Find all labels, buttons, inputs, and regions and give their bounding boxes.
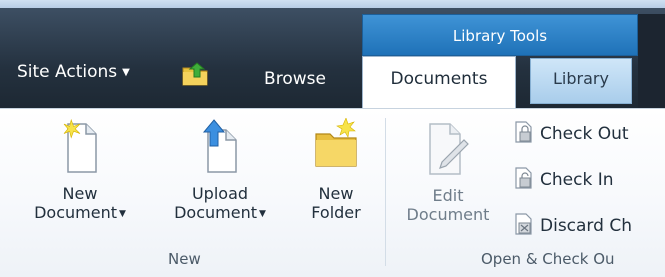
discard-check-out-icon bbox=[515, 213, 532, 235]
new-document-icon bbox=[63, 118, 97, 173]
new-folder-label-2: Folder bbox=[311, 203, 361, 222]
group-label-open-check-out: Open & Check Ou bbox=[481, 250, 615, 268]
check-in-icon bbox=[515, 167, 532, 189]
new-folder-label-1: New bbox=[318, 184, 354, 203]
check-in-label: Check In bbox=[540, 170, 614, 190]
new-folder-icon bbox=[315, 118, 357, 167]
library-tools-context-group: Library Tools bbox=[362, 14, 638, 56]
group-separator bbox=[385, 118, 386, 266]
site-actions-label: Site Actions bbox=[17, 62, 118, 82]
chevron-down-icon: ▼ bbox=[118, 209, 126, 219]
navigate-up-icon[interactable] bbox=[181, 60, 211, 88]
edit-document-icon bbox=[429, 123, 469, 175]
group-label-new: New bbox=[168, 250, 201, 268]
check-out-icon bbox=[515, 121, 532, 143]
site-actions-menu[interactable]: Site Actions ▼ bbox=[17, 62, 130, 82]
new-document-button[interactable]: New Document ▼ bbox=[18, 118, 142, 224]
new-document-label-2: Document bbox=[34, 203, 117, 222]
tab-documents[interactable]: Documents bbox=[362, 56, 516, 108]
upload-document-icon bbox=[202, 119, 237, 173]
tab-browse[interactable]: Browse bbox=[236, 58, 354, 108]
upload-document-label-2: Document bbox=[174, 203, 257, 222]
discard-check-out-label: Discard Ch bbox=[540, 216, 632, 236]
new-document-label-1: New bbox=[62, 184, 98, 203]
chevron-down-icon: ▼ bbox=[122, 67, 130, 78]
new-folder-button[interactable]: New Folder bbox=[296, 118, 376, 222]
upload-document-button[interactable]: Upload Document ▼ bbox=[154, 118, 286, 224]
tab-library[interactable]: Library bbox=[530, 58, 632, 104]
edit-document-label-1: Edit bbox=[432, 186, 464, 205]
check-out-label: Check Out bbox=[540, 124, 629, 144]
edit-document-label-2: Document bbox=[406, 205, 490, 224]
chevron-down-icon: ▼ bbox=[258, 209, 266, 219]
check-in-button[interactable]: Check In bbox=[512, 166, 614, 190]
header-right-edge bbox=[638, 14, 665, 108]
top-strip bbox=[0, 0, 665, 8]
upload-document-label-1: Upload bbox=[191, 184, 249, 203]
edit-document-button[interactable]: Edit Document bbox=[394, 118, 502, 224]
discard-check-out-button[interactable]: Discard Ch bbox=[512, 212, 632, 236]
check-out-button[interactable]: Check Out bbox=[512, 120, 629, 144]
